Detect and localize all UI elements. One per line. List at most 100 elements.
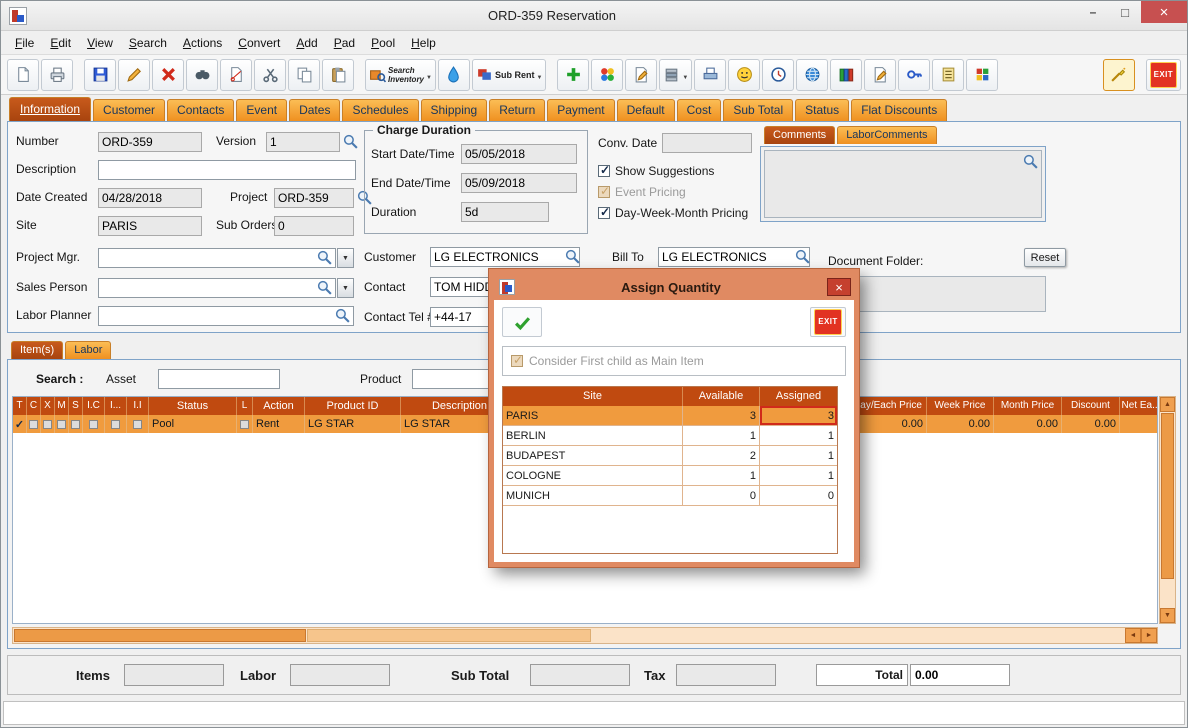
- col-month-price[interactable]: Month Price: [994, 397, 1062, 415]
- row-c-checkbox[interactable]: [29, 420, 38, 429]
- tab-information[interactable]: Information: [9, 97, 91, 121]
- row-action[interactable]: Rent: [253, 415, 305, 433]
- project-mgr-search-icon[interactable]: [316, 249, 333, 266]
- customer-search-icon[interactable]: [564, 248, 581, 265]
- print-preview-button[interactable]: [694, 59, 726, 91]
- project-mgr-dropdown[interactable]: [337, 248, 354, 268]
- copy-button[interactable]: [288, 59, 320, 91]
- col-day-each-price[interactable]: Day/Each Price: [849, 397, 927, 415]
- tab-event[interactable]: Event: [236, 99, 287, 121]
- task-list-button[interactable]: [932, 59, 964, 91]
- col-site[interactable]: Site: [503, 387, 683, 406]
- row-ii-checkbox[interactable]: [133, 420, 142, 429]
- site-cell[interactable]: COLOGNE: [503, 466, 683, 485]
- comments-textarea[interactable]: [764, 150, 1042, 218]
- note-edit-button[interactable]: [625, 59, 657, 91]
- row-i-checkbox[interactable]: [111, 420, 120, 429]
- edit-note-button[interactable]: [864, 59, 896, 91]
- row-month-price[interactable]: 0.00: [994, 415, 1062, 433]
- labor-planner-field[interactable]: [98, 306, 354, 326]
- ink-button[interactable]: [438, 59, 470, 91]
- layers-button[interactable]: [659, 59, 692, 91]
- row-week-price[interactable]: 0.00: [927, 415, 994, 433]
- number-field[interactable]: [98, 132, 202, 152]
- assigned-cell[interactable]: 3: [760, 406, 837, 425]
- row-day-each-price[interactable]: 0.00: [849, 415, 927, 433]
- col-net-each[interactable]: Net Ea...: [1120, 397, 1158, 415]
- tab-return[interactable]: Return: [489, 99, 545, 121]
- sales-person-dropdown[interactable]: [337, 278, 354, 298]
- col-available[interactable]: Available: [683, 387, 760, 406]
- site-cell[interactable]: MUNICH: [503, 486, 683, 505]
- horizontal-scrollbar[interactable]: [12, 627, 1158, 644]
- duration-field[interactable]: [461, 202, 549, 222]
- site-cell[interactable]: PARIS: [503, 406, 683, 425]
- tab-dates[interactable]: Dates: [289, 99, 340, 121]
- available-cell[interactable]: 2: [683, 446, 760, 465]
- site-row-paris[interactable]: PARIS 3 3: [503, 406, 837, 426]
- row-ic-checkbox[interactable]: [89, 420, 98, 429]
- total-field[interactable]: [910, 664, 1010, 686]
- vertical-scrollbar[interactable]: [1159, 396, 1176, 624]
- dialog-exit-button[interactable]: EXIT: [810, 307, 846, 337]
- row-s-checkbox[interactable]: [71, 420, 80, 429]
- exit-button[interactable]: EXIT: [1146, 59, 1181, 91]
- site-row-berlin[interactable]: BERLIN 1 1: [503, 426, 837, 446]
- bill-to-search-icon[interactable]: [794, 248, 811, 265]
- tab-default[interactable]: Default: [617, 99, 675, 121]
- security-button[interactable]: [898, 59, 930, 91]
- scroll-right-button[interactable]: [1141, 628, 1157, 643]
- feedback-button[interactable]: [728, 59, 760, 91]
- col-ic[interactable]: I.C: [83, 397, 105, 415]
- highlight-button[interactable]: [1103, 59, 1135, 91]
- tab-customer[interactable]: Customer: [93, 99, 165, 121]
- menu-file[interactable]: File: [7, 33, 42, 53]
- start-date-field[interactable]: [461, 144, 577, 164]
- col-discount[interactable]: Discount: [1062, 397, 1120, 415]
- available-cell[interactable]: 0: [683, 486, 760, 505]
- comments-search-icon[interactable]: [1022, 153, 1039, 170]
- conv-date-field[interactable]: [662, 133, 752, 153]
- sub-total-field[interactable]: [530, 664, 630, 686]
- cut-button[interactable]: [254, 59, 286, 91]
- project-field[interactable]: [274, 188, 354, 208]
- sales-person-search-icon[interactable]: [316, 279, 333, 296]
- tab-labor[interactable]: Labor: [65, 341, 111, 359]
- labor-total-field[interactable]: [290, 664, 390, 686]
- tax-field[interactable]: [676, 664, 776, 686]
- assigned-cell[interactable]: 1: [760, 426, 837, 445]
- tab-contacts[interactable]: Contacts: [167, 99, 234, 121]
- items-total-field[interactable]: [124, 664, 224, 686]
- menu-add[interactable]: Add: [288, 33, 325, 53]
- col-i-ellipsis[interactable]: I...: [105, 397, 127, 415]
- project-mgr-field[interactable]: [98, 248, 336, 268]
- menu-actions[interactable]: Actions: [175, 33, 230, 53]
- dialog-ok-button[interactable]: [502, 307, 542, 337]
- row-discount[interactable]: 0.00: [1062, 415, 1120, 433]
- hscroll-thumb[interactable]: [14, 629, 306, 642]
- col-action[interactable]: Action: [253, 397, 305, 415]
- row-l-checkbox[interactable]: [240, 420, 249, 429]
- menu-pool[interactable]: Pool: [363, 33, 403, 53]
- menu-help[interactable]: Help: [403, 33, 444, 53]
- close-button[interactable]: [1141, 1, 1187, 23]
- show-suggestions-checkbox[interactable]: [598, 165, 610, 177]
- row-t-checked[interactable]: [13, 415, 27, 433]
- find-button[interactable]: [186, 59, 218, 91]
- customer-field[interactable]: [430, 247, 580, 267]
- col-ii[interactable]: I.I: [127, 397, 149, 415]
- new-button[interactable]: [7, 59, 39, 91]
- tab-payment[interactable]: Payment: [547, 99, 614, 121]
- bill-to-field[interactable]: [658, 247, 810, 267]
- scroll-up-button[interactable]: [1160, 397, 1175, 412]
- site-field[interactable]: [98, 216, 202, 236]
- maximize-button[interactable]: [1109, 1, 1141, 23]
- col-m[interactable]: M: [55, 397, 69, 415]
- col-s[interactable]: S: [69, 397, 83, 415]
- row-product-id[interactable]: LG STAR: [305, 415, 401, 433]
- col-assigned[interactable]: Assigned: [760, 387, 837, 406]
- add-button[interactable]: [557, 59, 589, 91]
- tab-comments[interactable]: Comments: [764, 126, 835, 144]
- tab-items[interactable]: Item(s): [11, 341, 63, 359]
- dialog-title-bar[interactable]: Assign Quantity: [494, 274, 854, 300]
